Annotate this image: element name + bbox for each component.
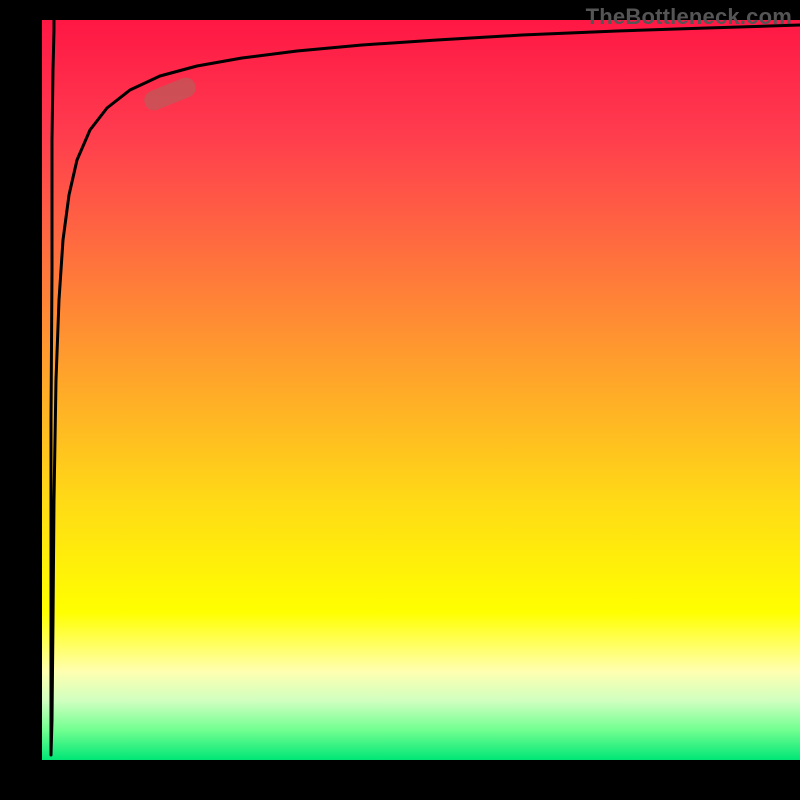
plot-background-gradient [42,20,800,760]
chart-canvas: TheBottleneck.com [0,0,800,800]
watermark-text: TheBottleneck.com [586,4,792,30]
